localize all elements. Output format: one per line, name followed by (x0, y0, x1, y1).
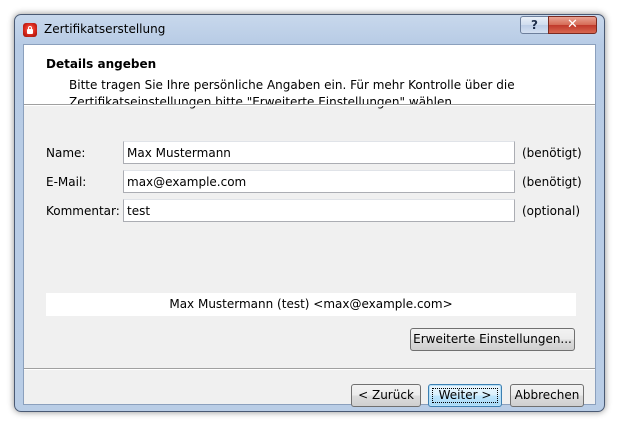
help-icon: ? (531, 18, 538, 32)
close-icon: ✕ (567, 17, 578, 32)
footer-divider (24, 368, 595, 370)
user-id-preview: Max Mustermann (test) <max@example.com> (46, 293, 576, 316)
comment-optional-hint: (optional) (522, 204, 580, 218)
advanced-settings-label: Erweiterte Einstellungen... (413, 332, 572, 346)
comment-label: Kommentar: (46, 204, 120, 218)
wizard-header: Details angeben Bitte tragen Sie Ihre pe… (24, 45, 595, 109)
comment-field[interactable] (123, 199, 515, 222)
page-title: Details angeben (46, 57, 157, 71)
email-field[interactable] (123, 170, 515, 193)
email-label: E-Mail: (46, 175, 87, 189)
window-title: Zertifikatserstellung (44, 22, 166, 36)
cancel-label: Abbrechen (514, 388, 580, 402)
close-button[interactable]: ✕ (548, 16, 597, 34)
back-button[interactable]: < Zurück (351, 384, 421, 407)
email-required-hint: (benötigt) (522, 175, 582, 189)
next-label: Weiter > (438, 388, 492, 402)
header-divider (24, 104, 595, 106)
help-button[interactable]: ? (520, 16, 549, 34)
next-button[interactable]: Weiter > (428, 384, 502, 407)
advanced-settings-button[interactable]: Erweiterte Einstellungen... (410, 328, 575, 351)
name-field[interactable] (123, 141, 515, 164)
back-label: < Zurück (358, 388, 414, 402)
name-label: Name: (46, 146, 86, 160)
title-bar[interactable]: Zertifikatserstellung ? ✕ (15, 15, 604, 45)
certificate-app-icon (23, 23, 37, 37)
dialog-window: Zertifikatserstellung ? ✕ Details angebe… (14, 14, 605, 412)
cancel-button[interactable]: Abbrechen (510, 384, 584, 407)
dialog-body: Details angeben Bitte tragen Sie Ihre pe… (23, 44, 596, 407)
name-required-hint: (benötigt) (522, 146, 582, 160)
